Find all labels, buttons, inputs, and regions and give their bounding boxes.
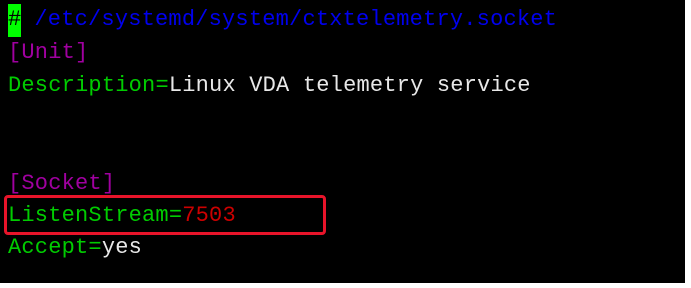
right-margin — [685, 0, 691, 288]
accept-line: Accept=yes — [8, 232, 142, 265]
description-key: Description — [8, 73, 156, 98]
socket-header-text: [Socket] — [8, 171, 116, 196]
unit-section-header: [Unit] — [8, 37, 88, 70]
highlight-annotation-box — [4, 195, 326, 235]
accept-key: Accept — [8, 235, 89, 260]
unit-header-text: [Unit] — [8, 40, 89, 65]
terminal-window[interactable]: # /etc/systemd/system/ctxtelemetry.socke… — [0, 0, 685, 283]
accept-equals: = — [88, 235, 102, 260]
text-cursor: # — [8, 4, 21, 37]
comment-line: # /etc/systemd/system/ctxtelemetry.socke… — [8, 4, 557, 37]
description-equals: = — [155, 73, 169, 98]
comment-path: /etc/systemd/system/ctxtelemetry.socket — [21, 7, 558, 32]
accept-value: yes — [101, 235, 143, 260]
description-value: Linux VDA telemetry service — [168, 73, 531, 98]
description-line: Description=Linux VDA telemetry service — [8, 70, 531, 103]
